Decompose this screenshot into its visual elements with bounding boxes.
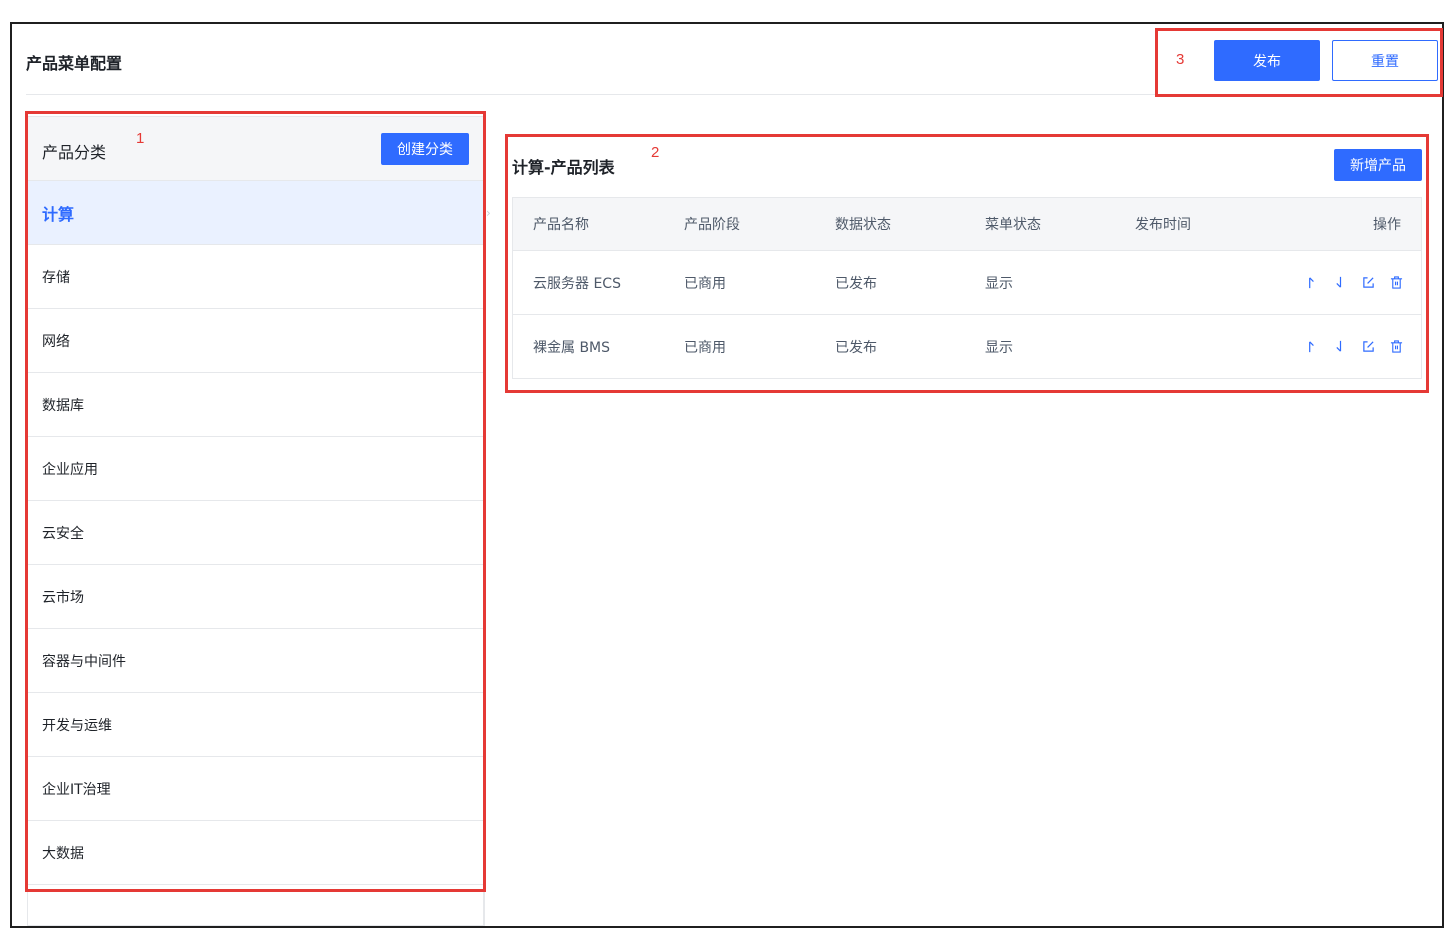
annotation-box-3 xyxy=(1155,28,1443,97)
annotation-label-1: 1 xyxy=(136,130,145,147)
annotation-box-1 xyxy=(25,111,486,892)
annotation-box-2 xyxy=(505,134,1429,393)
annotation-label-3: 3 xyxy=(1176,51,1185,68)
annotation-label-2: 2 xyxy=(651,144,660,161)
page-title: 产品菜单配置 xyxy=(26,54,123,73)
